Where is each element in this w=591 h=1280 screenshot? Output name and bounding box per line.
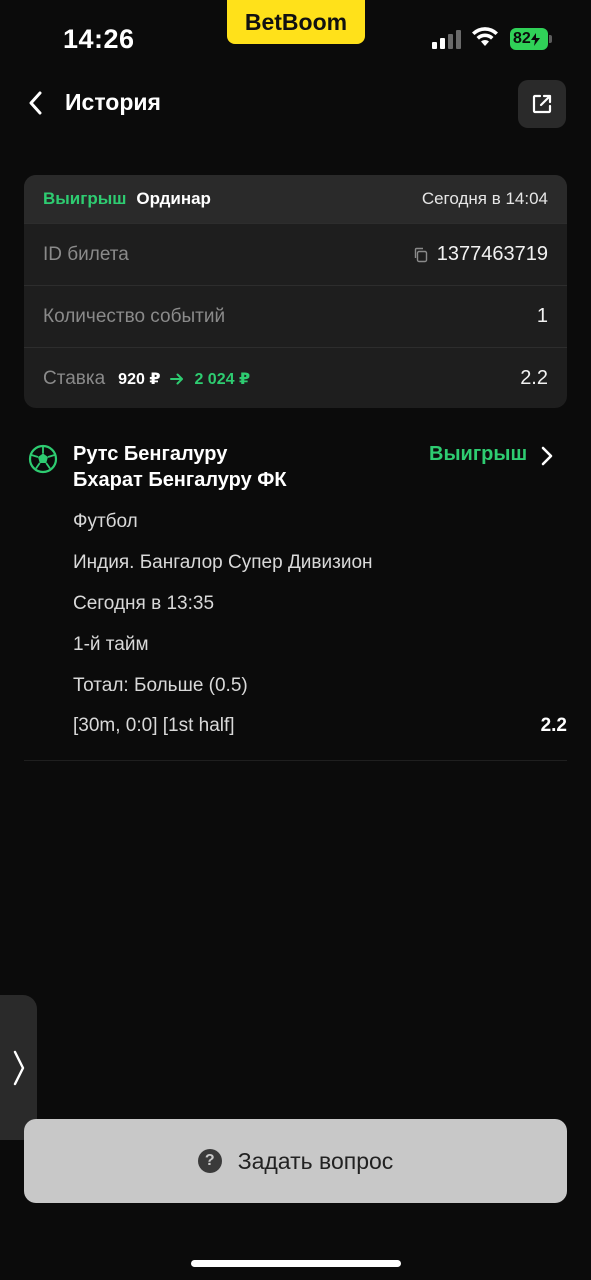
team-home: Рутс Бенгалуру (73, 443, 228, 465)
football-icon (28, 444, 58, 474)
chevron-right-icon (13, 1050, 24, 1085)
stake-row: Ставка 920 ₽ 2 024 ₽ 2.2 (24, 347, 567, 408)
event-sport: Футбол (73, 511, 138, 532)
external-link-icon (532, 94, 552, 114)
copy-icon (414, 247, 427, 262)
ticket-id-label: ID билета (43, 243, 129, 265)
event-details: [30m, 0:0] [1st half] (73, 715, 235, 736)
ticket-card: Выигрыш Ординар Сегодня в 14:04 ID билет… (24, 175, 567, 408)
event-result: Выигрыш (429, 443, 528, 465)
wifi-icon (472, 27, 498, 46)
events-count-label: Количество событий (43, 305, 226, 327)
ticket-coefficient: 2.2 (520, 367, 548, 389)
ticket-id-row: ID билета 1377463719 (24, 223, 567, 285)
stake-amount: 920 ₽ (118, 370, 161, 388)
events-count-row: Количество событий 1 (24, 285, 567, 347)
battery-icon: 82 (510, 28, 552, 50)
divider (24, 760, 567, 761)
event-time: Сегодня в 13:35 (73, 593, 215, 614)
ticket-type: Ординар (136, 189, 211, 208)
cellular-signal-icon (432, 30, 461, 49)
events-count-value: 1 (536, 305, 548, 327)
help-icon: ? (197, 1149, 222, 1173)
status-time: 14:26 (63, 24, 135, 54)
brand-badge: BetBoom (227, 0, 365, 44)
battery-level: 82 (513, 30, 531, 47)
ticket-id-copy[interactable]: 1377463719 (413, 243, 548, 266)
ask-question-label: Задать вопрос (237, 1147, 394, 1174)
event-period: 1-й тайм (73, 634, 149, 655)
share-button[interactable] (518, 80, 566, 128)
stake-label: Ставка (43, 367, 106, 389)
event-market: Тотал: Больше (0.5) (73, 675, 248, 696)
event-odd: 2.2 (540, 715, 567, 736)
chevron-right-icon[interactable] (539, 446, 555, 466)
team-away: Бхарат Бенгалуру ФК (73, 469, 287, 491)
ask-question-button[interactable]: ? Задать вопрос (24, 1119, 567, 1203)
charging-bolt-icon (530, 32, 540, 46)
page-title: История (65, 89, 161, 115)
home-indicator[interactable] (191, 1260, 401, 1267)
ticket-header: Выигрыш Ординар Сегодня в 14:04 (24, 175, 567, 223)
side-panel-handle[interactable] (0, 995, 37, 1140)
ticket-date: Сегодня в 14:04 (421, 189, 548, 208)
ticket-id-value: 1377463719 (436, 243, 548, 265)
chevron-left-icon (29, 91, 42, 115)
arrow-right-icon (170, 373, 184, 384)
ticket-status: Выигрыш (43, 189, 127, 208)
event-league: Индия. Бангалор Супер Дивизион (73, 552, 373, 573)
back-button[interactable] (18, 86, 52, 120)
stake-win-amount: 2 024 ₽ (194, 370, 251, 388)
